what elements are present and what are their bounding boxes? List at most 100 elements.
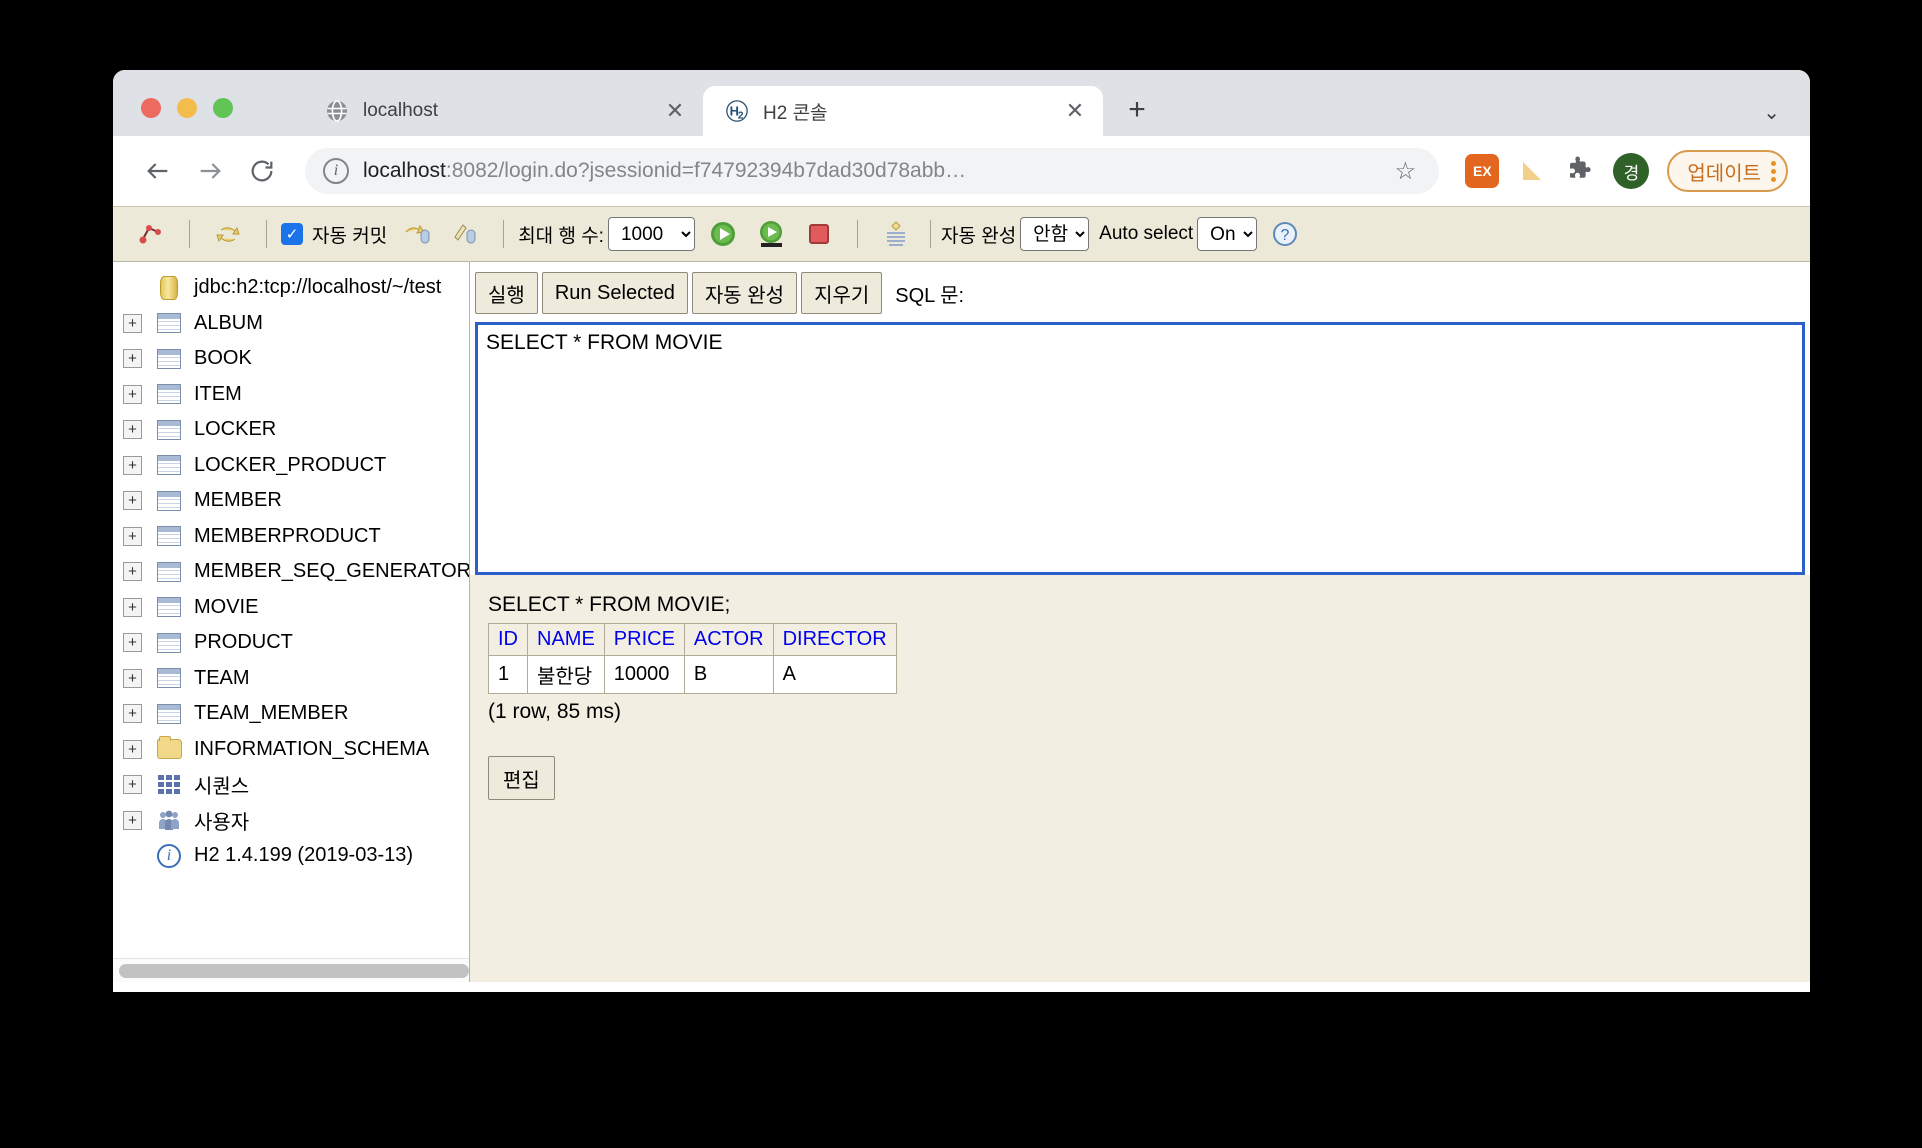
close-window-button[interactable] bbox=[141, 98, 161, 118]
clear-button[interactable]: 지우기 bbox=[801, 272, 883, 314]
tree-item-table[interactable]: + MEMBER_SEQ_GENERATOR bbox=[113, 554, 469, 590]
window-traffic-lights bbox=[141, 98, 233, 118]
close-icon[interactable]: ✕ bbox=[1061, 97, 1089, 125]
folder-icon bbox=[156, 736, 182, 760]
ex-extension-icon[interactable]: EX bbox=[1465, 154, 1500, 188]
globe-icon bbox=[325, 99, 349, 123]
update-button[interactable]: 업데이트 bbox=[1667, 150, 1788, 192]
users-icon bbox=[156, 809, 182, 831]
site-info-icon[interactable]: i bbox=[323, 158, 349, 184]
expander-icon[interactable]: + bbox=[123, 739, 142, 759]
autocomplete-button[interactable]: 자동 완성 bbox=[691, 272, 798, 314]
forward-button[interactable] bbox=[187, 148, 233, 194]
table-icon bbox=[156, 490, 182, 512]
bookmark-star-icon[interactable]: ☆ bbox=[1383, 149, 1427, 193]
tree-item-version[interactable]: i H2 1.4.199 (2019-03-13) bbox=[113, 838, 469, 874]
tree-item-table[interactable]: + MEMBER bbox=[113, 483, 469, 519]
tab-h2-console[interactable]: H2 H2 콘솔 ✕ bbox=[703, 86, 1103, 136]
help-icon[interactable]: ? bbox=[1265, 214, 1305, 254]
expander-icon[interactable]: + bbox=[123, 633, 142, 653]
back-button[interactable] bbox=[135, 148, 181, 194]
executed-sql-text: SELECT * FROM MOVIE; bbox=[488, 593, 731, 616]
tree-item-label: 사용자 bbox=[194, 811, 250, 834]
refresh-icon[interactable] bbox=[208, 214, 248, 254]
reload-button[interactable] bbox=[239, 148, 285, 194]
tree-item-table[interactable]: + PRODUCT bbox=[113, 625, 469, 661]
minimize-window-button[interactable] bbox=[177, 98, 197, 118]
tree-item-table[interactable]: + LOCKER_PRODUCT bbox=[113, 448, 469, 484]
expander-icon[interactable]: + bbox=[123, 704, 142, 724]
autocommit-checkbox[interactable]: ✓ bbox=[281, 223, 303, 245]
rollback-icon[interactable] bbox=[397, 214, 437, 254]
tree-item-sequences[interactable]: + 시퀀스 bbox=[113, 767, 469, 803]
scrollbar-thumb[interactable] bbox=[119, 963, 469, 978]
chevron-down-icon[interactable]: ⌄ bbox=[1763, 100, 1780, 125]
sql-statement-label: SQL 문: bbox=[895, 284, 965, 307]
tree-item-label: TEAM_MEMBER bbox=[194, 702, 349, 725]
address-bar[interactable]: i localhost:8082/login.do?jsessionid=f74… bbox=[305, 148, 1440, 194]
commit-icon[interactable] bbox=[445, 214, 485, 254]
expander-icon[interactable]: + bbox=[123, 810, 142, 830]
table-icon bbox=[156, 596, 182, 618]
run-button[interactable]: 실행 bbox=[475, 272, 538, 314]
run-selected-icon[interactable] bbox=[751, 214, 791, 254]
tree-item-table[interactable]: + ITEM bbox=[113, 377, 469, 413]
stop-icon[interactable] bbox=[799, 214, 839, 254]
object-tree-sidebar: jdbc:h2:tcp://localhost/~/test + ALBUM + BO… bbox=[113, 262, 470, 982]
tree-item-label: ALBUM bbox=[194, 311, 263, 334]
browser-menu-icon[interactable] bbox=[1771, 160, 1776, 182]
table-icon bbox=[156, 703, 182, 725]
h2-toolbar: ✓ 자동 커밋 최대 행 수: 102050100200500100010000… bbox=[113, 206, 1810, 262]
expander-icon[interactable]: + bbox=[123, 597, 142, 617]
triangle-extension-icon[interactable] bbox=[1517, 156, 1547, 186]
browser-toolbar: i localhost:8082/login.do?jsessionid=f74… bbox=[113, 136, 1810, 206]
expander-icon[interactable]: + bbox=[123, 562, 142, 582]
tab-strip: localhost ✕ H2 H2 콘솔 ✕ + ⌄ bbox=[113, 70, 1810, 136]
url-text: localhost:8082/login.do?jsessionid=f7479… bbox=[363, 159, 1383, 183]
puzzle-extensions-icon[interactable] bbox=[1565, 154, 1595, 189]
expander-icon[interactable]: + bbox=[123, 384, 142, 404]
result-status: (1 row, 85 ms) bbox=[488, 700, 622, 723]
tree-item-table[interactable]: + ALBUM bbox=[113, 306, 469, 342]
sql-button-row: 실행 Run Selected 자동 완성 지우기 SQL 문: bbox=[470, 262, 1810, 322]
run-icon[interactable] bbox=[703, 214, 743, 254]
tree-item-users[interactable]: + 사용자 bbox=[113, 803, 469, 839]
tree-item-table[interactable]: + MEMBERPRODUCT bbox=[113, 519, 469, 555]
tree-item-information-schema[interactable]: + INFORMATION_SCHEMA bbox=[113, 732, 469, 768]
database-icon bbox=[156, 275, 182, 300]
tree-item-label: TEAM bbox=[194, 666, 250, 689]
run-selected-button[interactable]: Run Selected bbox=[541, 272, 688, 314]
history-icon[interactable] bbox=[876, 214, 916, 254]
close-icon[interactable]: ✕ bbox=[661, 97, 689, 125]
autocomplete-select[interactable]: 안함보통전체 bbox=[1020, 217, 1090, 251]
expander-icon[interactable]: + bbox=[123, 313, 142, 333]
avatar[interactable]: 경 bbox=[1613, 153, 1650, 189]
expander-icon[interactable]: + bbox=[123, 491, 142, 511]
tree-item-table[interactable]: + BOOK bbox=[113, 341, 469, 377]
disconnect-icon[interactable] bbox=[131, 214, 171, 254]
tree-item-table[interactable]: + MOVIE bbox=[113, 590, 469, 626]
url-path: :8082/login.do?jsessionid=f74792394b7dad… bbox=[445, 159, 967, 182]
browser-window: localhost ✕ H2 H2 콘솔 ✕ + ⌄ i localhost:8… bbox=[113, 70, 1810, 992]
tree-item-table[interactable]: + TEAM bbox=[113, 661, 469, 697]
tab-localhost[interactable]: localhost ✕ bbox=[303, 86, 703, 136]
sql-input[interactable] bbox=[475, 322, 1805, 575]
tree-item-connection[interactable]: jdbc:h2:tcp://localhost/~/test bbox=[113, 270, 469, 306]
max-rows-select[interactable]: 102050100200500100010000 bbox=[607, 217, 695, 251]
sidebar-horizontal-scrollbar[interactable] bbox=[113, 958, 469, 982]
expander-icon[interactable]: + bbox=[123, 455, 142, 475]
new-tab-button[interactable]: + bbox=[1117, 90, 1157, 130]
tree-item-table[interactable]: + TEAM_MEMBER bbox=[113, 696, 469, 732]
tree-item-table[interactable]: + LOCKER bbox=[113, 412, 469, 448]
expander-icon[interactable]: + bbox=[123, 526, 142, 546]
edit-button[interactable]: 편집 bbox=[488, 756, 555, 800]
tree-item-label: 시퀀스 bbox=[194, 776, 250, 799]
expander-icon[interactable]: + bbox=[123, 775, 142, 795]
expander-icon[interactable]: + bbox=[123, 349, 142, 369]
maximize-window-button[interactable] bbox=[213, 98, 233, 118]
expander-icon[interactable]: + bbox=[123, 420, 142, 440]
column-header: NAME bbox=[527, 623, 605, 656]
auto-select-select[interactable]: OnOff bbox=[1197, 217, 1258, 251]
expander-icon[interactable]: + bbox=[123, 668, 142, 688]
tree-item-label: PRODUCT bbox=[194, 631, 293, 654]
